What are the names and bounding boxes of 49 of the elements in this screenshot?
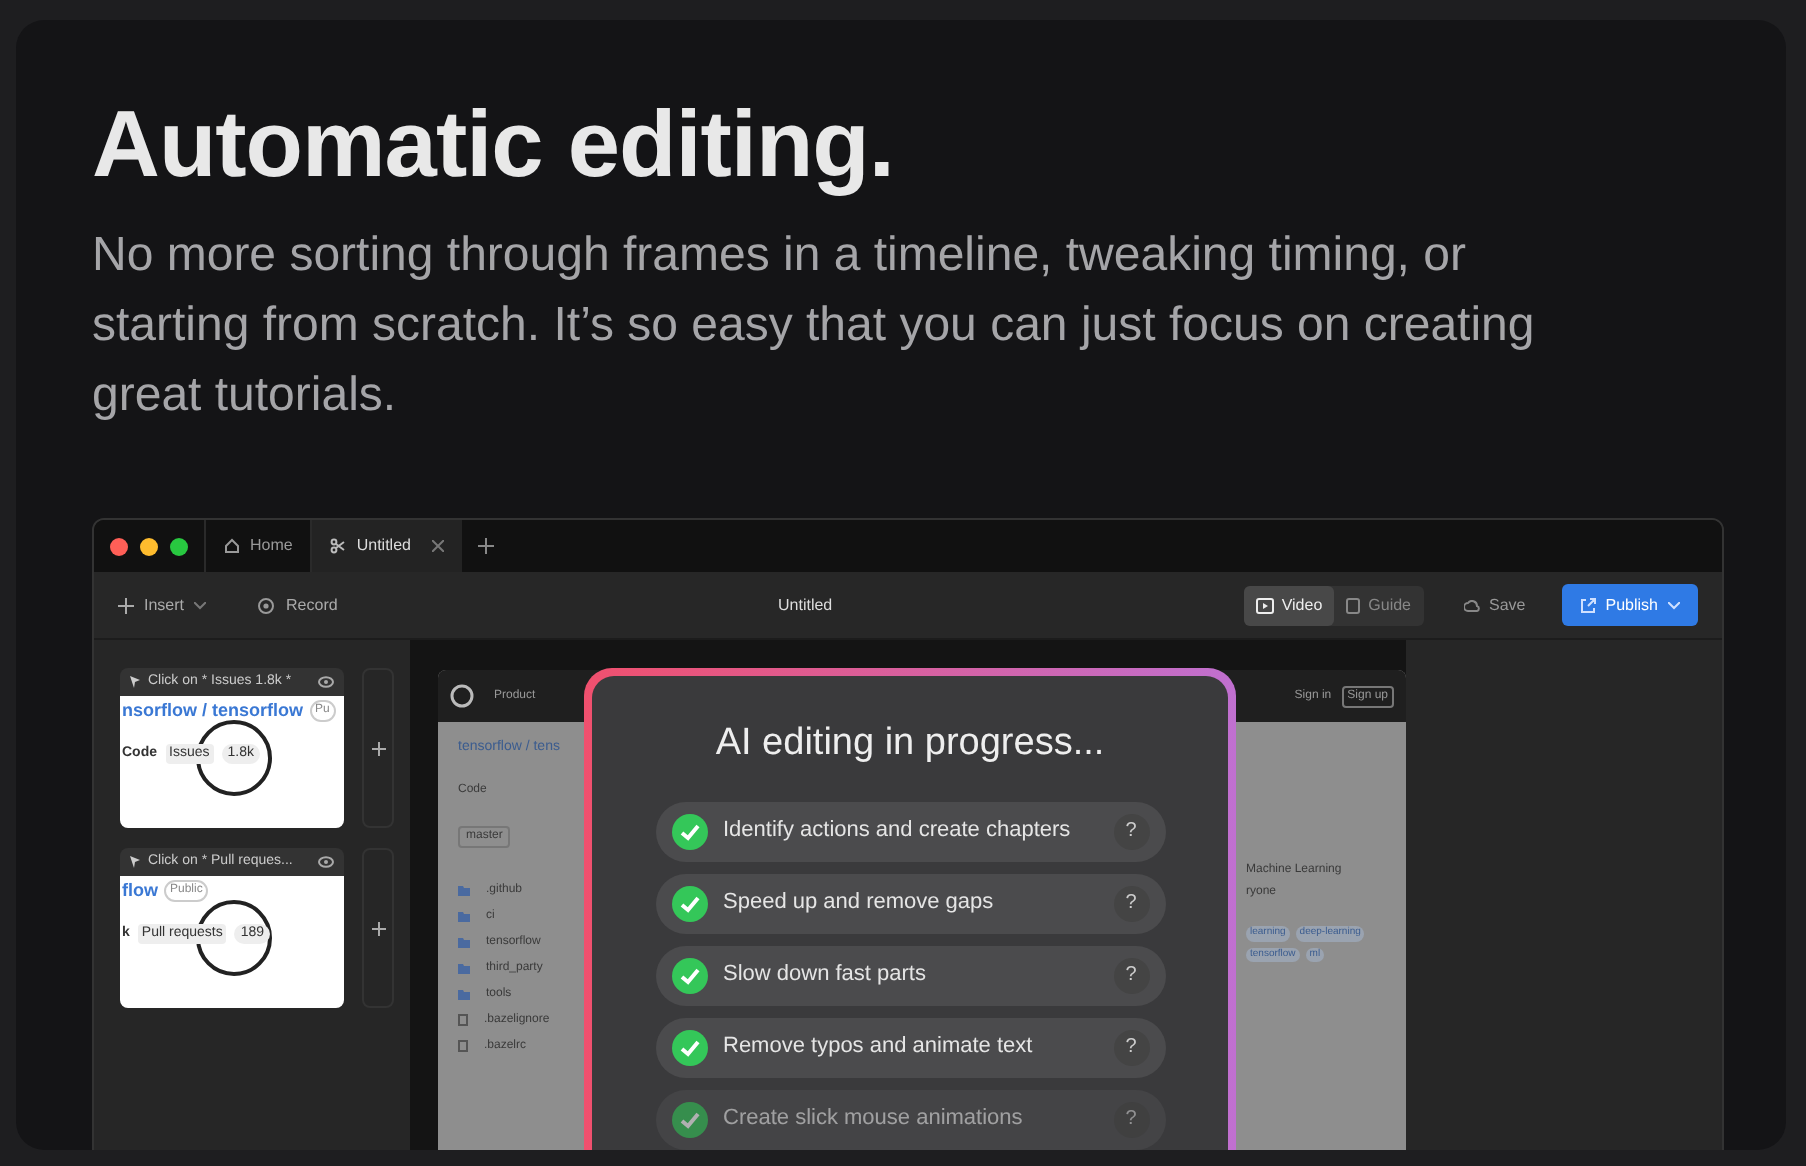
view-tab[interactable]: Guide	[1334, 585, 1424, 625]
heading: Automatic editing.	[92, 88, 894, 200]
help-button[interactable]: ?	[1113, 957, 1149, 993]
repo-title: nsorflow / tensorflow	[122, 698, 304, 724]
record-icon	[258, 597, 275, 613]
close-icon[interactable]	[432, 540, 445, 552]
tab[interactable]: Untitled	[310, 520, 463, 572]
step-label: Speed up and remove gaps	[723, 888, 994, 919]
folder-icon	[458, 937, 470, 947]
folder-icon	[458, 911, 470, 921]
file-icon	[458, 1040, 468, 1052]
plus-icon	[371, 921, 385, 935]
insert-button[interactable]: Insert	[118, 593, 207, 617]
caret-icon	[1668, 601, 1680, 609]
caret-icon	[194, 601, 207, 609]
help-button[interactable]: ?	[1113, 813, 1149, 849]
document-title: Untitled	[778, 593, 833, 617]
file-icon	[458, 1014, 468, 1026]
view-tab[interactable]: Video	[1243, 585, 1335, 625]
document-icon	[1346, 597, 1361, 613]
help-button[interactable]: ?	[1113, 885, 1149, 921]
help-button[interactable]: ?	[1113, 1101, 1149, 1137]
record-button[interactable]: Record	[258, 593, 338, 617]
save-button[interactable]: Save	[1463, 593, 1526, 617]
plus-icon	[371, 741, 385, 755]
folder-icon	[458, 885, 470, 895]
step-label: Create slick mouse animations	[723, 1104, 1023, 1135]
folder-icon	[458, 989, 470, 999]
folder-icon	[458, 963, 470, 973]
eye-icon	[318, 856, 334, 868]
cloud-icon	[1463, 599, 1480, 611]
video-icon	[1255, 597, 1274, 613]
octocat-icon	[450, 684, 474, 708]
cursor-icon	[130, 676, 142, 688]
eye-icon	[318, 676, 334, 688]
share-icon	[1579, 597, 1596, 613]
cursor-icon	[130, 856, 142, 868]
publish-button[interactable]: Publish	[1561, 584, 1698, 626]
dialog-title: AI editing in progress...	[715, 720, 1105, 768]
scissors-icon	[330, 538, 347, 554]
help-button[interactable]: ?	[1113, 1029, 1149, 1065]
step-label: Remove typos and animate text	[723, 1032, 1033, 1063]
subtitle: No more sorting through frames in a timeline, tweaking timing, or starting from scratch. It’s so easy that you can just focus on creating great tutorials.	[92, 226, 1537, 426]
step-label: Slow down fast parts	[723, 960, 926, 991]
repo-title: flow	[122, 878, 158, 904]
home-icon	[224, 538, 240, 554]
step-label: Identify actions and create chapters	[723, 816, 1071, 847]
plus-icon[interactable]	[478, 538, 495, 554]
plus-icon	[118, 597, 134, 613]
